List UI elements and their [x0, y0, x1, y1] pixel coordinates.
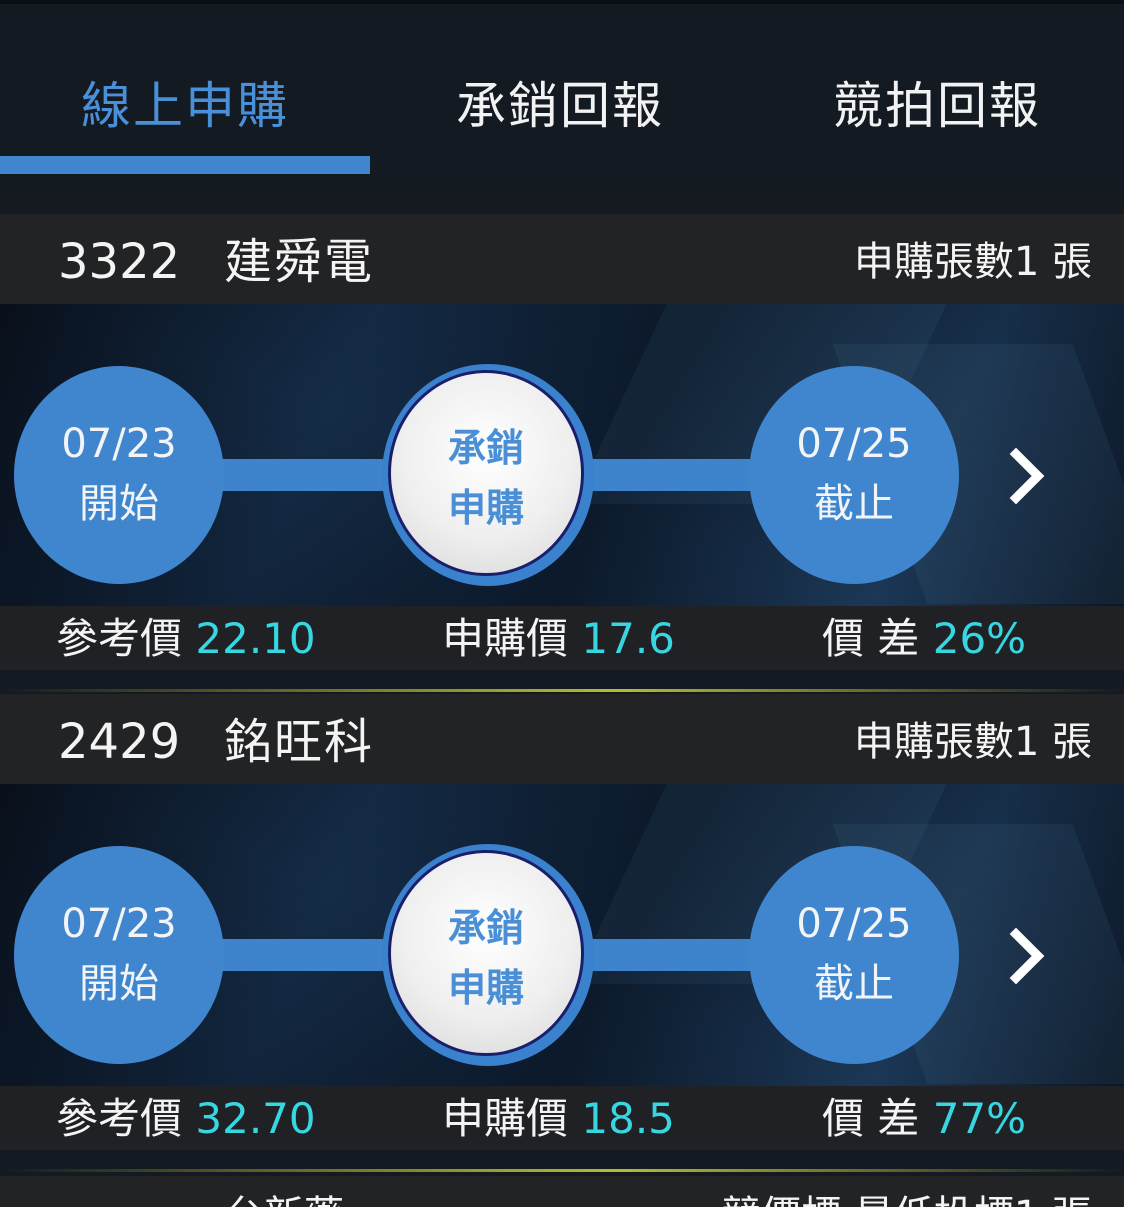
price-difference: 價 差 77%: [822, 1094, 1026, 1144]
subscription-price-label: 申購價: [442, 1094, 569, 1143]
start-label: 開始: [79, 481, 159, 527]
reference-price: 參考價 22.10: [56, 614, 316, 664]
end-date: 07/25: [796, 421, 912, 467]
stock-name: 台新藥: [224, 1190, 344, 1207]
timeline-connector: [578, 459, 768, 491]
timeline-panel: 07/23 開始 承銷 申購 07/25 截止: [0, 304, 1124, 606]
stock-name: 銘旺科: [224, 714, 375, 770]
start-date-circle: 07/23 開始: [14, 366, 224, 584]
end-date-circle: 07/25 截止: [749, 366, 959, 584]
end-date-circle: 07/25 截止: [749, 846, 959, 1064]
subscription-quantity: 申購張數1 張: [853, 239, 1092, 285]
item-header: 2429 銘旺科 申購張數1 張: [0, 694, 1124, 784]
chevron-right-icon[interactable]: [1008, 928, 1048, 984]
tab-bar: 線上申購 承銷回報 競拍回報: [0, 0, 1124, 184]
subscribe-button-face[interactable]: 承銷 申購: [388, 850, 584, 1056]
active-tab-indicator: [0, 156, 370, 174]
subscription-price-label: 申購價: [442, 614, 569, 663]
subscribe-button-face[interactable]: 承銷 申購: [388, 370, 584, 576]
price-row: 參考價 32.70 申購價 18.5 價 差 77%: [0, 1086, 1124, 1150]
start-date-circle: 07/23 開始: [14, 846, 224, 1064]
section-divider: [0, 1169, 1124, 1172]
start-date: 07/23: [61, 421, 177, 467]
price-difference-label: 價 差: [822, 614, 920, 663]
tab-underwriting-report[interactable]: 承銷回報: [415, 68, 705, 144]
price-difference-value: 26%: [932, 614, 1027, 663]
stock-name: 建舜電: [224, 234, 375, 290]
subscription-price: 申購價 18.5: [442, 1094, 675, 1144]
start-date: 07/23: [61, 901, 177, 947]
tab-auction-report[interactable]: 競拍回報: [792, 68, 1082, 144]
subscribe-button[interactable]: 承銷 申購: [382, 844, 594, 1066]
end-date: 07/25: [796, 901, 912, 947]
timeline-connector: [578, 939, 768, 971]
price-difference-label: 價 差: [822, 1094, 920, 1143]
reference-price-value: 32.70: [195, 1094, 316, 1143]
subscription-price-value: 18.5: [581, 1094, 675, 1143]
stock-code: 2429: [58, 714, 181, 770]
start-label: 開始: [79, 961, 159, 1007]
item-header: 3322 建舜電 申購張數1 張: [0, 214, 1124, 304]
reference-price-label: 參考價: [56, 614, 183, 663]
end-label: 截止: [814, 481, 894, 527]
reference-price-label: 參考價: [56, 1094, 183, 1143]
subscribe-button[interactable]: 承銷 申購: [382, 364, 594, 586]
subscription-quantity: 申購張數1 張: [853, 719, 1092, 765]
app-screen: 線上申購 承銷回報 競拍回報 3322 建舜電 申購張數1 張 07/23 開始…: [0, 0, 1124, 1207]
price-difference: 價 差 26%: [822, 614, 1026, 664]
subscription-quantity: 競價標 最低投標1 張: [721, 1190, 1092, 1207]
end-label: 截止: [814, 961, 894, 1007]
tab-online-subscription[interactable]: 線上申購: [40, 68, 330, 144]
price-difference-value: 77%: [932, 1094, 1027, 1143]
timeline-connector: [200, 939, 400, 971]
subscription-price-value: 17.6: [581, 614, 675, 663]
ipo-item-partial[interactable]: 台新藥 競價標 最低投標1 張: [0, 1176, 1124, 1207]
spacer: [0, 184, 1124, 214]
timeline-connector: [200, 459, 400, 491]
reference-price-value: 22.10: [195, 614, 316, 663]
subscribe-label-line2: 申購: [447, 486, 524, 530]
ipo-item[interactable]: 2429 銘旺科 申購張數1 張 07/23 開始 承銷 申購 07/25 截止: [0, 694, 1124, 1172]
stock-code: 3322: [58, 234, 181, 290]
subscribe-label-line1: 承銷: [447, 426, 524, 470]
reference-price: 參考價 32.70: [56, 1094, 316, 1144]
chevron-right-icon[interactable]: [1008, 448, 1048, 504]
ipo-item[interactable]: 3322 建舜電 申購張數1 張 07/23 開始 承銷 申購 07/25 截止: [0, 214, 1124, 692]
section-divider: [0, 689, 1124, 692]
subscribe-label-line1: 承銷: [447, 906, 524, 950]
price-row: 參考價 22.10 申購價 17.6 價 差 26%: [0, 606, 1124, 670]
subscription-price: 申購價 17.6: [442, 614, 675, 664]
subscribe-label-line2: 申購: [447, 966, 524, 1010]
timeline-panel: 07/23 開始 承銷 申購 07/25 截止: [0, 784, 1124, 1086]
